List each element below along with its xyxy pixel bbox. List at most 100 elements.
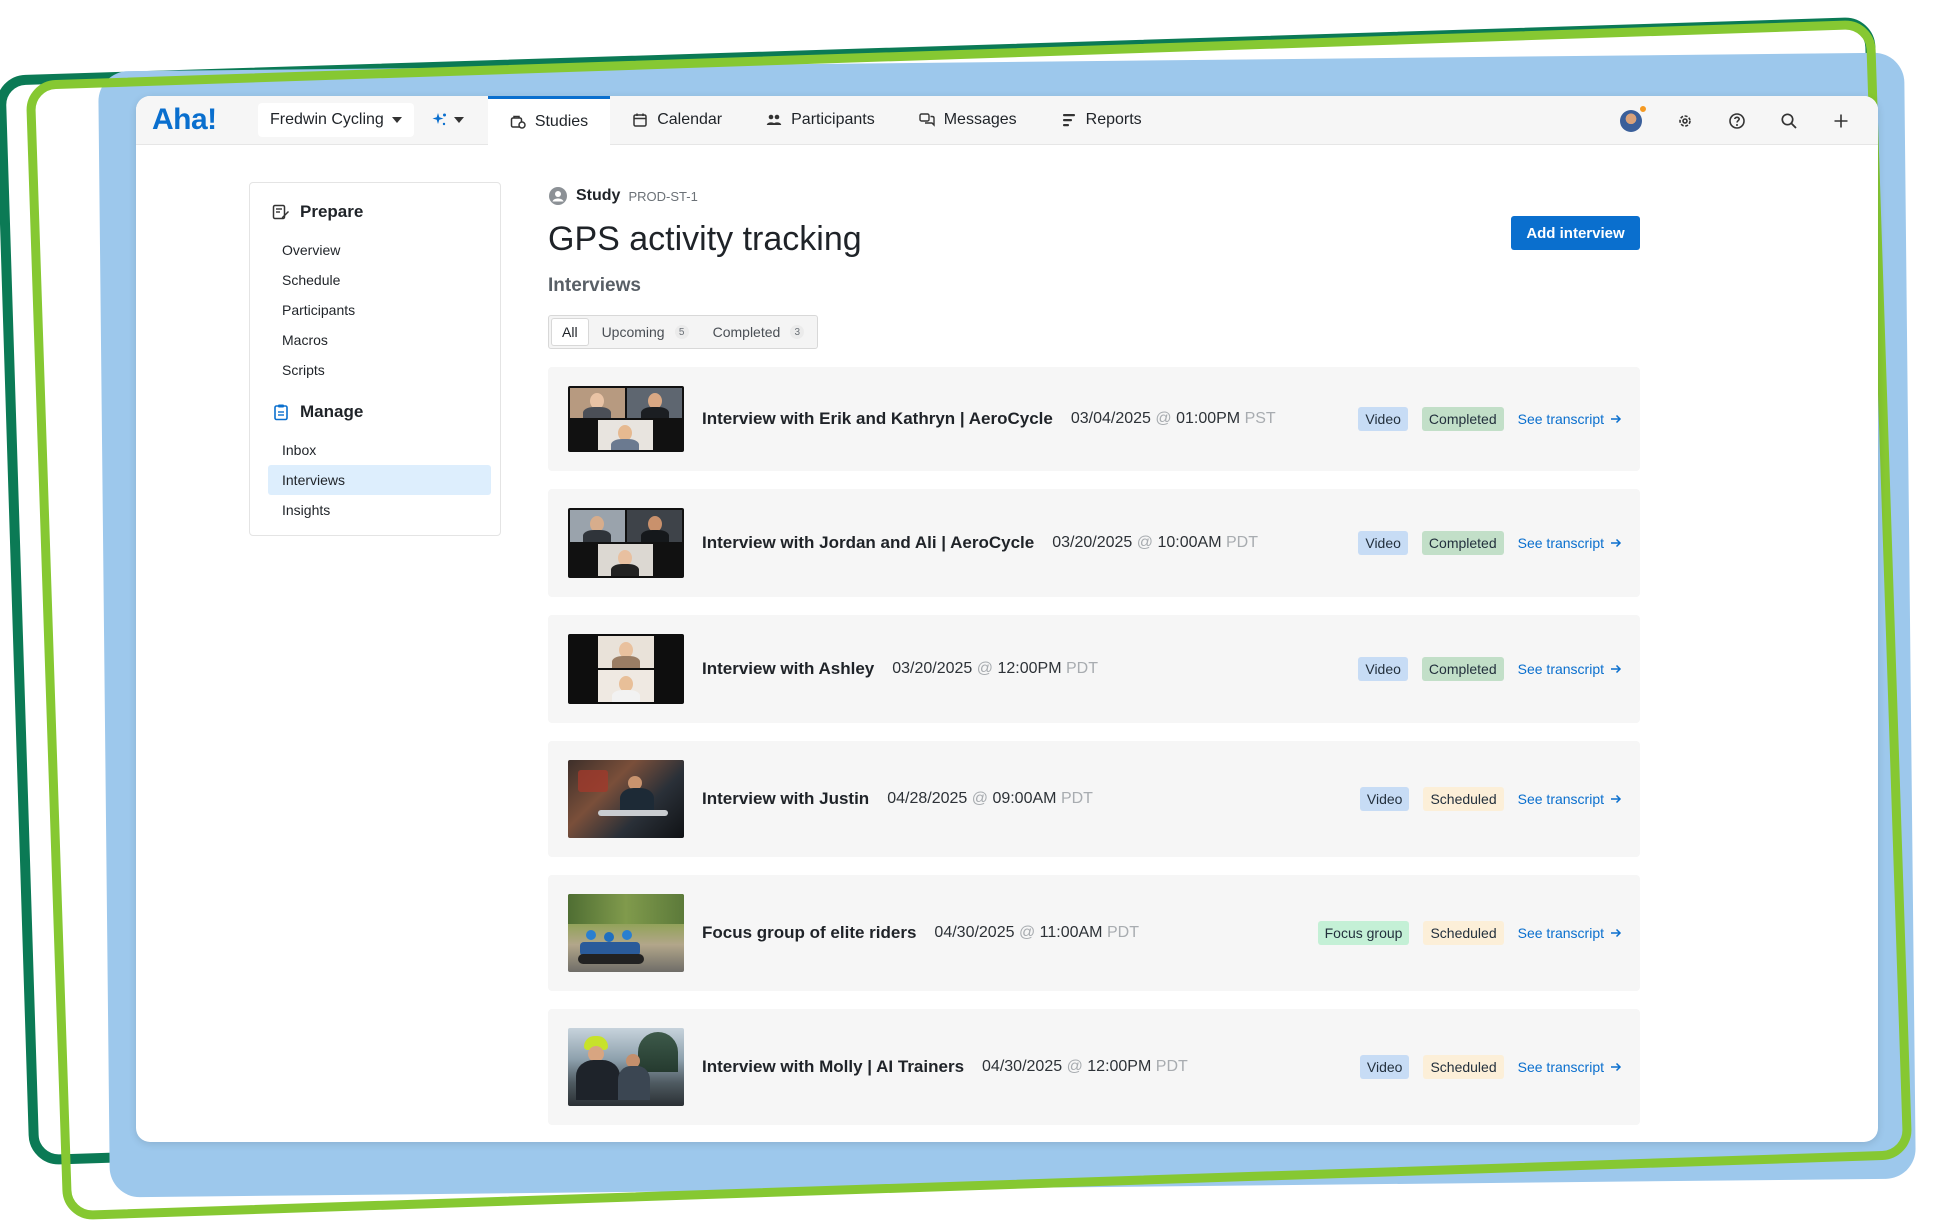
timezone: PST: [1244, 410, 1276, 427]
interview-time: 12:00PM: [1087, 1058, 1152, 1075]
sidebar-item-interviews[interactable]: Interviews: [268, 465, 491, 495]
timezone: PDT: [1106, 924, 1139, 941]
interview-row[interactable]: Interview with Jordan and Ali | AeroCycl…: [548, 489, 1640, 597]
status-badge: Completed: [1421, 407, 1504, 431]
tab-messages[interactable]: Messages: [897, 96, 1039, 145]
interview-row-actions: Focus group Scheduled See transcript: [1317, 921, 1622, 945]
breadcrumb-label[interactable]: Study: [576, 187, 620, 205]
interview-title[interactable]: Interview with Ashley: [702, 659, 874, 679]
arrow-right-icon: [1611, 414, 1622, 424]
interview-datetime: 04/30/2025 @ 12:00PM PDT: [982, 1058, 1188, 1076]
add-interview-button[interactable]: Add interview: [1511, 216, 1640, 250]
sidebar-item-scripts[interactable]: Scripts: [268, 355, 491, 385]
interview-row[interactable]: Interview with Justin 04/28/2025 @ 09:00…: [548, 741, 1640, 857]
tab-label: Calendar: [657, 111, 723, 128]
help-icon[interactable]: [1728, 112, 1746, 130]
aha-logo[interactable]: Aha!: [152, 103, 242, 137]
tab-label: Messages: [943, 111, 1017, 128]
status-badge: Scheduled: [1423, 1055, 1504, 1079]
interview-row-actions: Video Completed See transcript: [1358, 657, 1622, 681]
participants-icon: [766, 114, 782, 125]
interview-title[interactable]: Interview with Justin: [702, 789, 869, 809]
interview-time: 11:00AM: [1039, 924, 1103, 941]
see-transcript-link[interactable]: See transcript: [1518, 661, 1622, 677]
filter-completed[interactable]: Completed 3: [703, 319, 815, 345]
study-id: PROD-ST-1: [628, 188, 698, 204]
sidebar-item-macros[interactable]: Macros: [268, 325, 491, 355]
page-title: GPS activity tracking: [548, 220, 862, 258]
search-icon[interactable]: [1780, 112, 1798, 130]
at-symbol: @: [1155, 410, 1172, 427]
interview-datetime: 03/20/2025 @ 10:00AM PDT: [1052, 534, 1258, 552]
top-navigation: Aha! Fredwin Cycling Studies Calendar Pa…: [136, 96, 1878, 145]
see-transcript-link[interactable]: See transcript: [1518, 1059, 1622, 1075]
interview-filter-tabs: All Upcoming 5 Completed 3: [548, 315, 819, 349]
interview-datetime: 03/04/2025 @ 01:00PM PST: [1071, 410, 1276, 428]
messages-icon: [919, 113, 935, 127]
sidebar-item-insights[interactable]: Insights: [268, 495, 491, 525]
workspace-switcher[interactable]: Fredwin Cycling: [258, 103, 414, 137]
study-sidebar: Prepare Overview Schedule Participants M…: [249, 182, 501, 536]
interview-row[interactable]: Interview with Erik and Kathryn | AeroCy…: [548, 367, 1640, 471]
timezone: PDT: [1225, 534, 1258, 551]
sidebar-item-overview[interactable]: Overview: [268, 235, 491, 265]
interview-row[interactable]: Focus group of elite riders 04/30/2025 @…: [548, 875, 1640, 991]
interview-date: 03/20/2025: [892, 660, 973, 677]
tab-studies[interactable]: Studies: [487, 96, 611, 145]
arrow-right-icon: [1611, 664, 1622, 674]
interview-thumbnail: [568, 760, 684, 838]
at-symbol: @: [1066, 1058, 1083, 1075]
screenshot-stage: Aha! Fredwin Cycling Studies Calendar Pa…: [0, 0, 1960, 1230]
interview-row[interactable]: Interview with Molly | AI Trainers 04/30…: [548, 1009, 1640, 1125]
sparkle-icon: [432, 113, 446, 126]
tab-label: Studies: [534, 112, 589, 130]
link-label: See transcript: [1517, 535, 1604, 551]
link-label: See transcript: [1517, 1059, 1604, 1075]
type-badge: Video: [1359, 1055, 1410, 1079]
arrow-right-icon: [1611, 1062, 1622, 1072]
avatar[interactable]: [1620, 103, 1648, 132]
filter-label: All: [562, 324, 578, 340]
interview-title[interactable]: Interview with Molly | AI Trainers: [702, 1057, 964, 1077]
timezone: PDT: [1065, 660, 1098, 677]
interview-title[interactable]: Focus group of elite riders: [702, 923, 916, 943]
calendar-icon: [633, 113, 647, 127]
filter-count: 3: [790, 325, 805, 339]
interview-title[interactable]: Interview with Erik and Kathryn | AeroCy…: [702, 409, 1053, 429]
interview-datetime: 03/20/2025 @ 12:00PM PDT: [892, 660, 1098, 678]
sidebar-item-participants[interactable]: Participants: [268, 295, 491, 325]
studies-icon: [510, 115, 526, 129]
link-label: See transcript: [1517, 661, 1604, 677]
see-transcript-link[interactable]: See transcript: [1518, 925, 1622, 941]
status-badge: Completed: [1421, 531, 1504, 555]
section-title: Interviews: [548, 275, 641, 296]
tab-label: Reports: [1085, 111, 1142, 128]
type-badge: Video: [1358, 407, 1408, 431]
plus-icon[interactable]: [1832, 112, 1850, 130]
at-symbol: @: [1018, 924, 1036, 941]
interview-row[interactable]: Interview with Ashley 03/20/2025 @ 12:00…: [548, 615, 1640, 723]
arrow-right-icon: [1611, 538, 1622, 548]
sidebar-item-inbox[interactable]: Inbox: [268, 435, 491, 465]
interview-datetime: 04/28/2025 @ 09:00AM PDT: [887, 790, 1093, 808]
tab-reports[interactable]: Reports: [1039, 96, 1164, 145]
ai-assistant-menu[interactable]: [422, 103, 474, 137]
interview-time: 09:00AM: [992, 790, 1057, 807]
interview-title[interactable]: Interview with Jordan and Ali | AeroCycl…: [702, 533, 1034, 553]
tab-calendar[interactable]: Calendar: [610, 96, 744, 145]
gear-icon[interactable]: [1676, 112, 1694, 130]
reports-icon: [1062, 114, 1075, 127]
interview-thumbnail: [568, 894, 684, 972]
see-transcript-link[interactable]: See transcript: [1518, 535, 1622, 551]
see-transcript-link[interactable]: See transcript: [1518, 791, 1622, 807]
see-transcript-link[interactable]: See transcript: [1518, 411, 1622, 427]
interview-thumbnail: [568, 508, 684, 578]
sidebar-item-schedule[interactable]: Schedule: [268, 265, 491, 295]
sidebar-section-label: Manage: [300, 402, 364, 421]
filter-upcoming[interactable]: Upcoming 5: [592, 319, 699, 345]
tab-participants[interactable]: Participants: [744, 96, 897, 145]
interview-time: 12:00PM: [997, 660, 1062, 677]
at-symbol: @: [1136, 534, 1154, 551]
filter-all[interactable]: All: [552, 319, 588, 345]
top-right-actions: [1620, 96, 1850, 145]
